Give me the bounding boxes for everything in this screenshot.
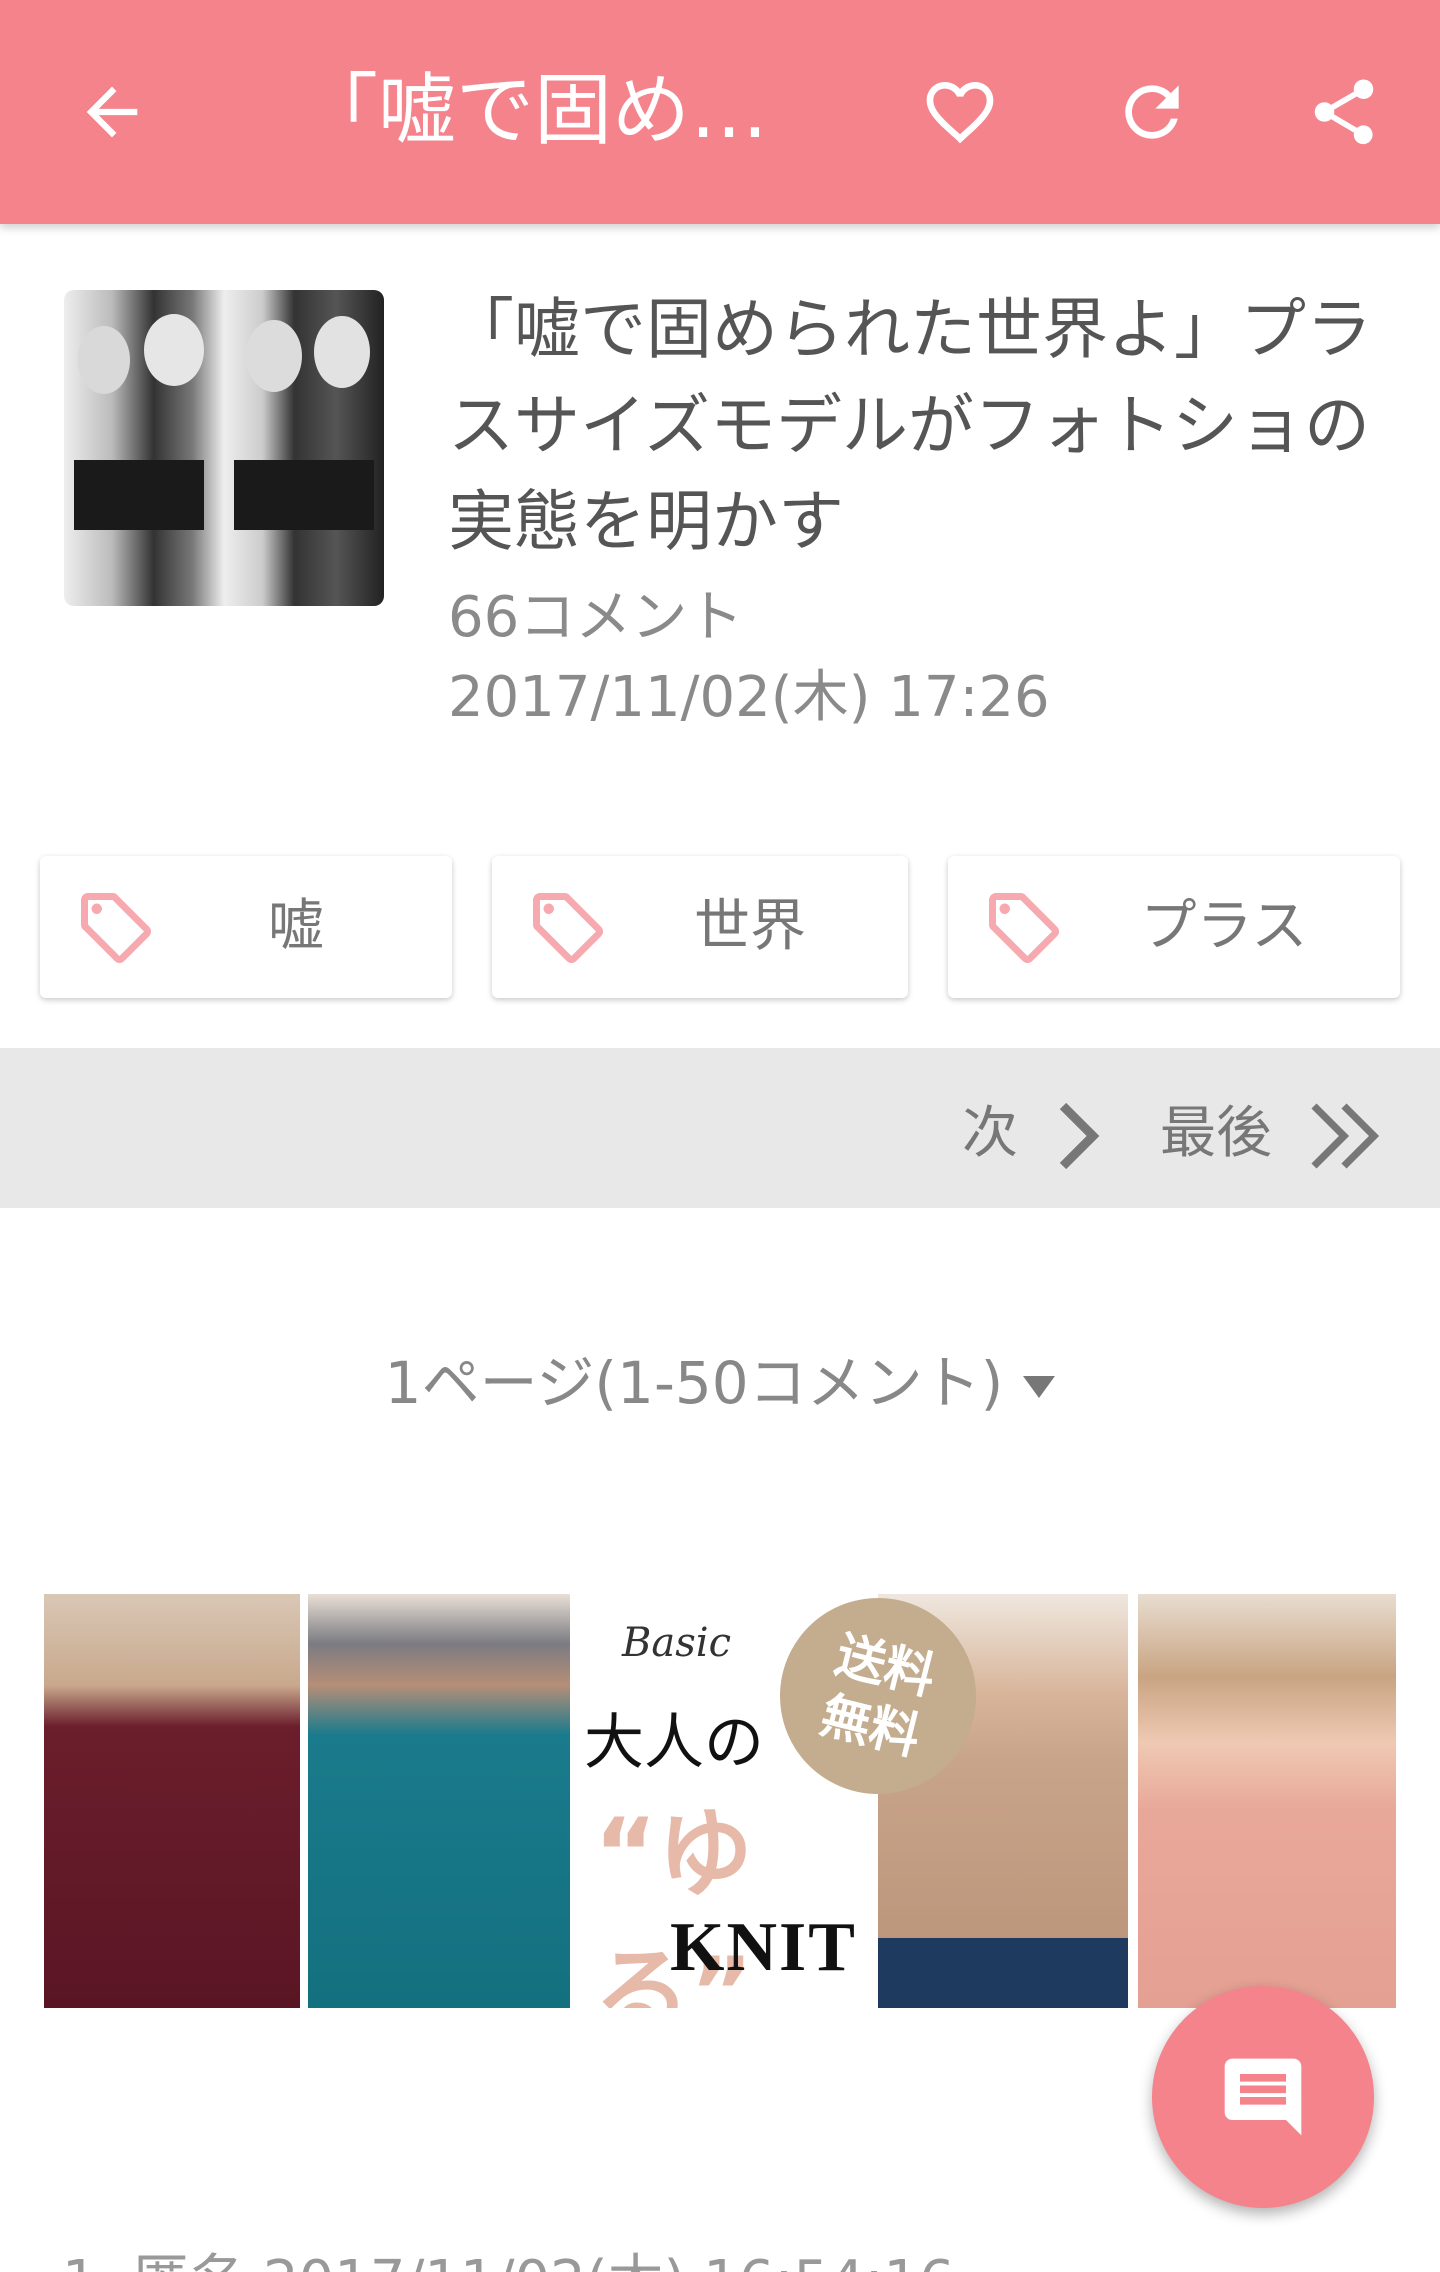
share-button[interactable] <box>1284 52 1404 172</box>
article-thumbnail <box>64 290 384 606</box>
free-shipping-badge-text: 送料 無料 <box>814 1625 942 1767</box>
banner-knit-text: KNIT <box>670 1909 857 1986</box>
tag-chip[interactable]: プラス <box>948 856 1400 998</box>
comment-fab[interactable] <box>1152 1986 1374 2208</box>
app-bar: 「嘘で固めら… <box>0 0 1440 224</box>
knit-photo-pink <box>1138 1594 1396 2008</box>
page-selector[interactable]: 1ページ(1-50コメント) <box>0 1336 1440 1420</box>
ad-banner[interactable]: Basic 大人の “ゆる” KNIT 送料 無料 <box>44 1594 1396 2008</box>
share-icon <box>1314 79 1374 145</box>
tag-icon <box>81 893 151 963</box>
comment-count: 66コメント <box>448 585 744 650</box>
tag-chip[interactable]: 嘘 <box>40 856 452 998</box>
heart-outline-icon <box>926 82 994 144</box>
banner-otona-text: 大人の <box>584 1708 764 1778</box>
last-page-link[interactable]: 最後 <box>1160 1088 1272 1169</box>
knit-photo-burgundy <box>44 1594 300 2008</box>
refresh-icon <box>1125 85 1179 139</box>
chevron-right-icon[interactable] <box>1050 1100 1106 1172</box>
banner-script-text: Basic <box>622 1620 731 1666</box>
tag-label: 世界 <box>694 894 806 959</box>
comment-icon <box>1224 2058 1302 2136</box>
double-chevron-right-icon[interactable] <box>1302 1100 1386 1172</box>
comment-header: 1. 匿名 2017/11/02(木) 16:54:16 <box>62 2236 955 2272</box>
next-page-link[interactable]: 次 <box>962 1088 1018 1169</box>
knit-photo-teal <box>308 1594 570 2008</box>
tag-label: プラス <box>1140 894 1308 959</box>
caret-down-icon <box>1023 1375 1056 1398</box>
tag-label: 嘘 <box>268 894 324 959</box>
tag-icon <box>533 893 603 963</box>
pager-bar: 次 最後 <box>0 1048 1440 1208</box>
back-button[interactable] <box>52 52 172 172</box>
article-title: 「嘘で固められた世界よ」プラスサイズモデルがフォトショの実態を明かす <box>448 291 1372 560</box>
article-date: 2017/11/02(木) 17:26 <box>448 665 1050 730</box>
page-selector-label: 1ページ(1-50コメント) <box>384 1349 1004 1417</box>
tag-icon <box>989 893 1059 963</box>
tag-chip[interactable]: 世界 <box>492 856 908 998</box>
refresh-button[interactable] <box>1092 52 1212 172</box>
app-bar-title: 「嘘で固めら… <box>300 66 840 156</box>
arrow-left-icon <box>86 86 138 138</box>
favorite-button[interactable] <box>900 52 1020 172</box>
